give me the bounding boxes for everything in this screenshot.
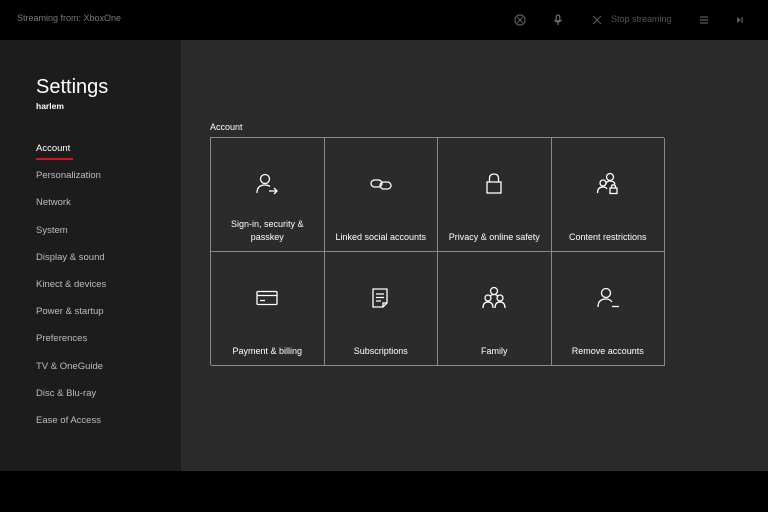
tile-label: Sign-in, security & passkey xyxy=(230,219,304,242)
stop-streaming-button[interactable] xyxy=(589,12,605,28)
tile-payment-billing[interactable]: Payment & billing xyxy=(211,252,325,366)
account-tile-grid: Sign-in, security & passkey Linked socia… xyxy=(210,137,665,366)
streaming-top-bar: Streaming from: XboxOne Stop streaming xyxy=(0,0,768,40)
xbox-icon[interactable] xyxy=(512,12,528,28)
bottom-letterbox xyxy=(0,471,768,512)
tile-label: Privacy & online safety xyxy=(448,232,540,242)
tile-linked-social-accounts[interactable]: Linked social accounts xyxy=(324,138,438,252)
sidebar-item-tv-oneguide[interactable]: TV & OneGuide xyxy=(36,361,106,388)
tile-label: Content restrictions xyxy=(568,232,647,242)
tile-label: Family xyxy=(481,346,508,356)
credit-card-icon xyxy=(254,285,280,311)
tile-subscriptions[interactable]: Subscriptions xyxy=(324,252,438,366)
menu-icon[interactable] xyxy=(696,12,712,28)
stop-streaming-label[interactable]: Stop streaming xyxy=(611,14,672,24)
settings-sidebar: Settings harlem Account Personalization … xyxy=(0,40,181,471)
gamertag-label: harlem xyxy=(36,101,64,111)
tile-content-restrictions[interactable]: Content restrictions xyxy=(551,138,665,252)
people-lock-icon xyxy=(595,171,621,197)
microphone-icon[interactable] xyxy=(550,12,566,28)
tile-family[interactable]: Family xyxy=(438,252,552,366)
sidebar-item-power-startup[interactable]: Power & startup xyxy=(36,306,106,333)
tile-label: Remove accounts xyxy=(571,346,644,356)
sidebar-item-ease-of-access[interactable]: Ease of Access xyxy=(36,415,106,442)
sidebar-item-preferences[interactable]: Preferences xyxy=(36,333,106,360)
sidebar-item-display-sound[interactable]: Display & sound xyxy=(36,252,106,279)
page-title: Settings xyxy=(36,76,109,98)
settings-main-panel: Account Sign-in, security & passkey Link… xyxy=(181,40,768,471)
sidebar-item-network[interactable]: Network xyxy=(36,197,106,224)
sidebar-item-kinect-devices[interactable]: Kinect & devices xyxy=(36,279,106,306)
tile-label: Subscriptions xyxy=(353,346,408,356)
sidebar-item-disc-bluray[interactable]: Disc & Blu-ray xyxy=(36,388,106,415)
streaming-source-label: Streaming from: XboxOne xyxy=(17,13,122,23)
person-remove-icon xyxy=(595,285,621,311)
settings-nav: Account Personalization Network System D… xyxy=(36,143,106,442)
tile-label: Payment & billing xyxy=(232,346,303,356)
tile-privacy-online-safety[interactable]: Privacy & online safety xyxy=(438,138,552,252)
close-icon xyxy=(592,15,602,25)
next-icon[interactable] xyxy=(732,12,748,28)
link-icon xyxy=(368,171,394,197)
tile-sign-in-security[interactable]: Sign-in, security & passkey xyxy=(211,138,325,252)
sidebar-item-account[interactable]: Account xyxy=(36,143,106,170)
tile-label: Linked social accounts xyxy=(335,232,427,242)
sidebar-item-personalization[interactable]: Personalization xyxy=(36,170,106,197)
lock-icon xyxy=(481,171,507,197)
sidebar-item-system[interactable]: System xyxy=(36,225,106,252)
section-title: Account xyxy=(210,122,243,132)
family-icon xyxy=(481,285,507,311)
person-arrow-icon xyxy=(254,171,280,197)
tile-remove-accounts[interactable]: Remove accounts xyxy=(551,252,665,366)
document-icon xyxy=(368,285,394,311)
